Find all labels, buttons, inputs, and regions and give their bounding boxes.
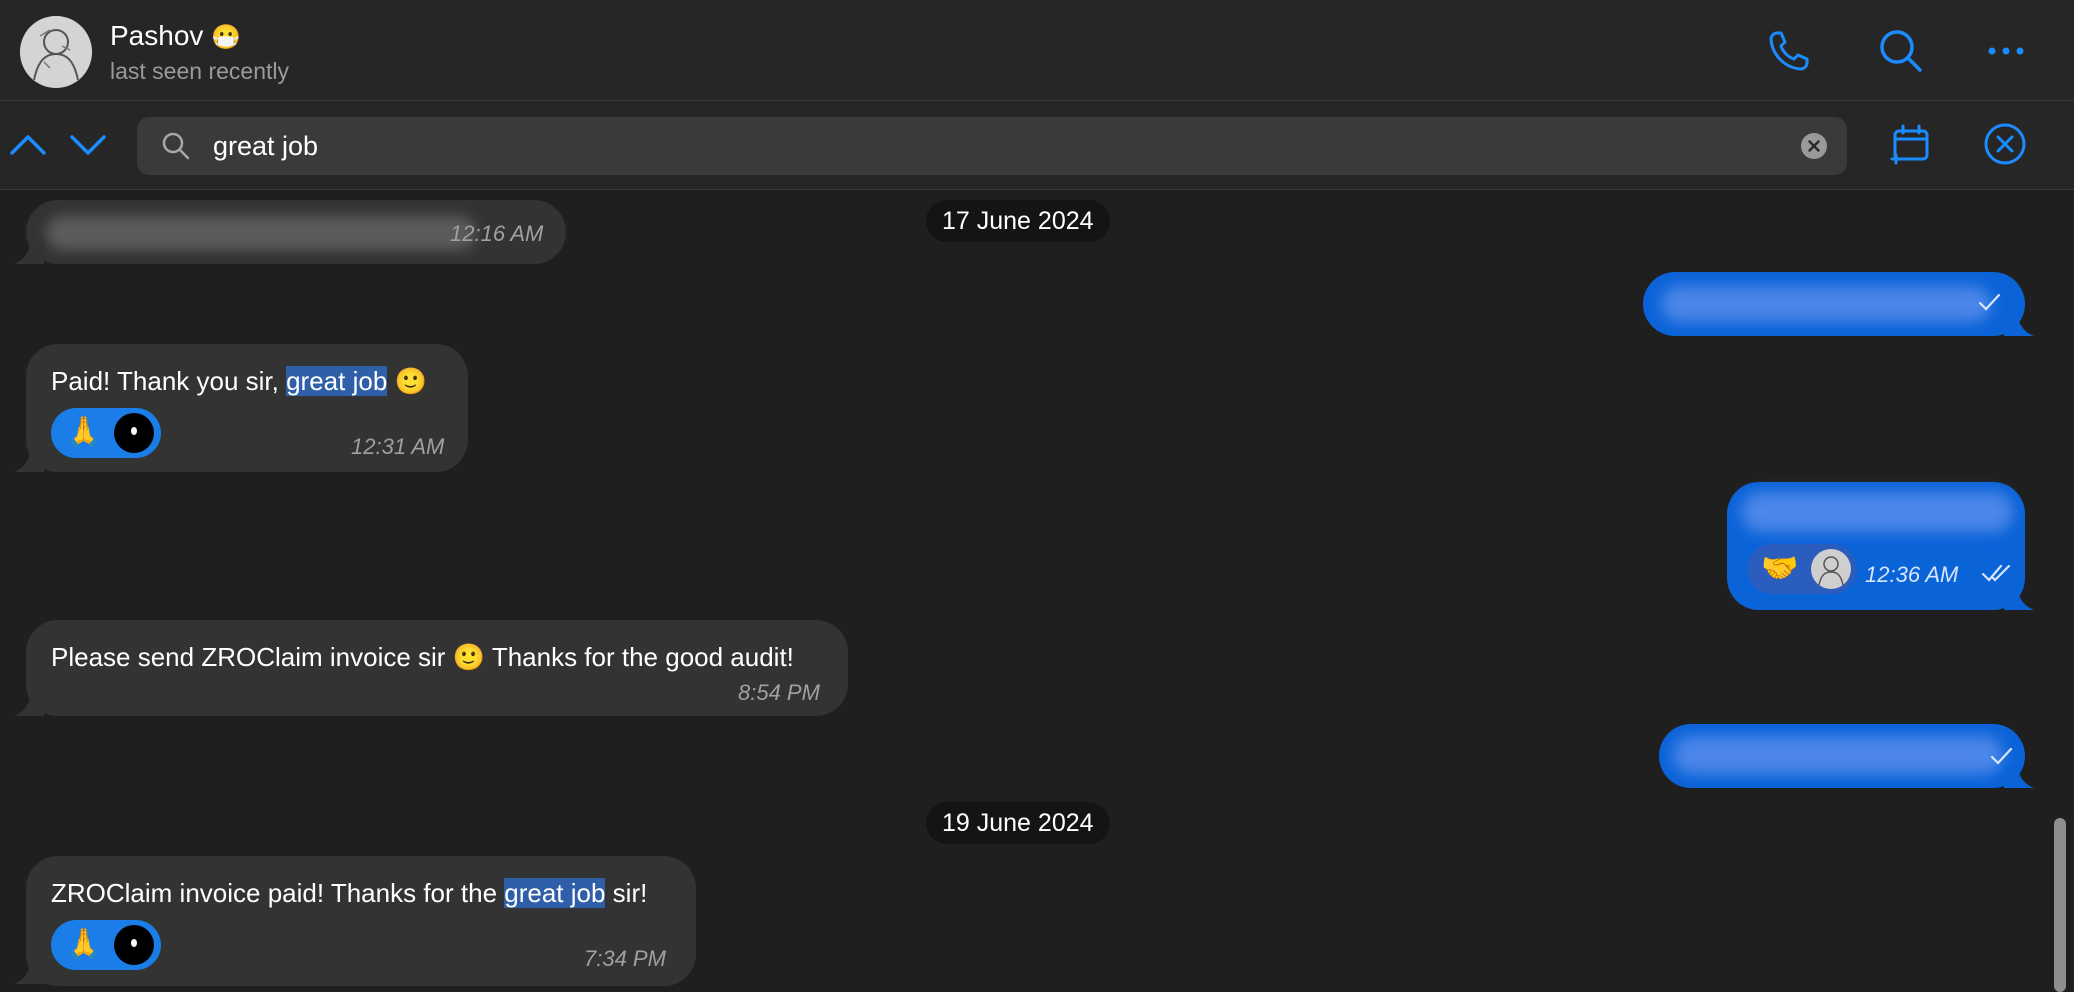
read-check-icon xyxy=(1977,292,2003,317)
bubble-tail xyxy=(2004,766,2034,788)
contact-name: Pashov xyxy=(110,20,204,51)
incoming-message[interactable]: 12:16 AM xyxy=(26,200,566,264)
reaction-badge[interactable]: 🙏 xyxy=(51,408,161,458)
outgoing-message[interactable] xyxy=(1659,724,2025,788)
message-time: 8:54 PM xyxy=(738,680,820,705)
message-list[interactable]: 17 June 2024 12:16 AM Paid! Thank you si… xyxy=(0,190,2074,992)
bubble-tail xyxy=(14,962,44,984)
scrollbar-thumb[interactable] xyxy=(2054,818,2066,992)
search-match-highlight: great job xyxy=(504,878,606,908)
search-input[interactable] xyxy=(213,117,1713,175)
search-bar xyxy=(0,101,2074,190)
message-time: 12:36 AM xyxy=(1865,562,1959,587)
message-text-part: ZROClaim invoice paid! Thanks for the xyxy=(51,878,505,908)
incoming-message[interactable]: Please send ZROClaim invoice sir 🙂 Thank… xyxy=(26,620,848,716)
pray-emoji: 🙏 xyxy=(65,928,103,961)
bubble-tail xyxy=(2004,314,2034,336)
bubble-tail xyxy=(14,694,44,716)
contact-name-row[interactable]: Pashov 😷 xyxy=(110,20,241,52)
message-text-part: sir! xyxy=(605,878,648,908)
hidden-message-text xyxy=(1741,492,2013,532)
reaction-badge[interactable]: 🤝 xyxy=(1747,544,1857,594)
search-icon[interactable] xyxy=(1875,25,1927,77)
contact-status: last seen recently xyxy=(110,58,289,84)
contact-avatar[interactable] xyxy=(20,16,92,88)
clear-icon[interactable] xyxy=(1801,133,1827,159)
date-separator: 19 June 2024 xyxy=(926,802,1110,844)
search-match-highlight: great job xyxy=(286,366,388,396)
outgoing-message[interactable]: 🤝 12:36 AM xyxy=(1727,482,2025,610)
message-text: Paid! Thank you sir, great job 🙂 xyxy=(51,366,427,397)
message-time: 12:31 AM xyxy=(351,434,445,459)
message-text: ZROClaim invoice paid! Thanks for the gr… xyxy=(51,878,647,909)
close-icon[interactable] xyxy=(1982,121,2028,167)
message-text-part: 🙂 xyxy=(387,366,427,396)
outgoing-message[interactable] xyxy=(1643,272,2025,336)
message-time: 12:16 AM xyxy=(450,221,544,246)
message-time: 7:34 PM xyxy=(584,946,666,971)
message-text: Please send ZROClaim invoice sir 🙂 Thank… xyxy=(51,642,794,672)
reactor-avatar xyxy=(114,413,154,453)
hidden-message-text xyxy=(1661,286,1991,322)
chevron-down-icon[interactable] xyxy=(66,125,110,165)
face-mask-emoji: 😷 xyxy=(211,24,242,51)
chat-header: Pashov 😷 last seen recently xyxy=(0,0,2074,101)
reaction-badge[interactable]: 🙏 xyxy=(51,920,161,970)
search-field[interactable] xyxy=(137,117,1847,175)
handshake-emoji: 🤝 xyxy=(1761,552,1799,585)
date-separator: 17 June 2024 xyxy=(926,200,1110,242)
reactor-avatar xyxy=(114,925,154,965)
more-icon[interactable] xyxy=(1980,25,2032,77)
reactor-avatar xyxy=(1811,549,1851,589)
bubble-tail xyxy=(14,242,44,264)
hidden-message-text xyxy=(1673,736,2003,774)
bubble-tail xyxy=(2004,588,2034,610)
search-icon xyxy=(161,131,191,161)
message-text-part: Paid! Thank you sir, xyxy=(51,366,287,396)
hidden-message-text xyxy=(46,216,476,250)
pray-emoji: 🙏 xyxy=(65,416,103,449)
phone-icon[interactable] xyxy=(1763,25,1815,77)
bubble-tail xyxy=(14,450,44,472)
read-double-check-icon xyxy=(1981,562,2013,589)
calendar-icon[interactable] xyxy=(1888,121,1934,167)
chevron-up-icon[interactable] xyxy=(6,125,50,165)
